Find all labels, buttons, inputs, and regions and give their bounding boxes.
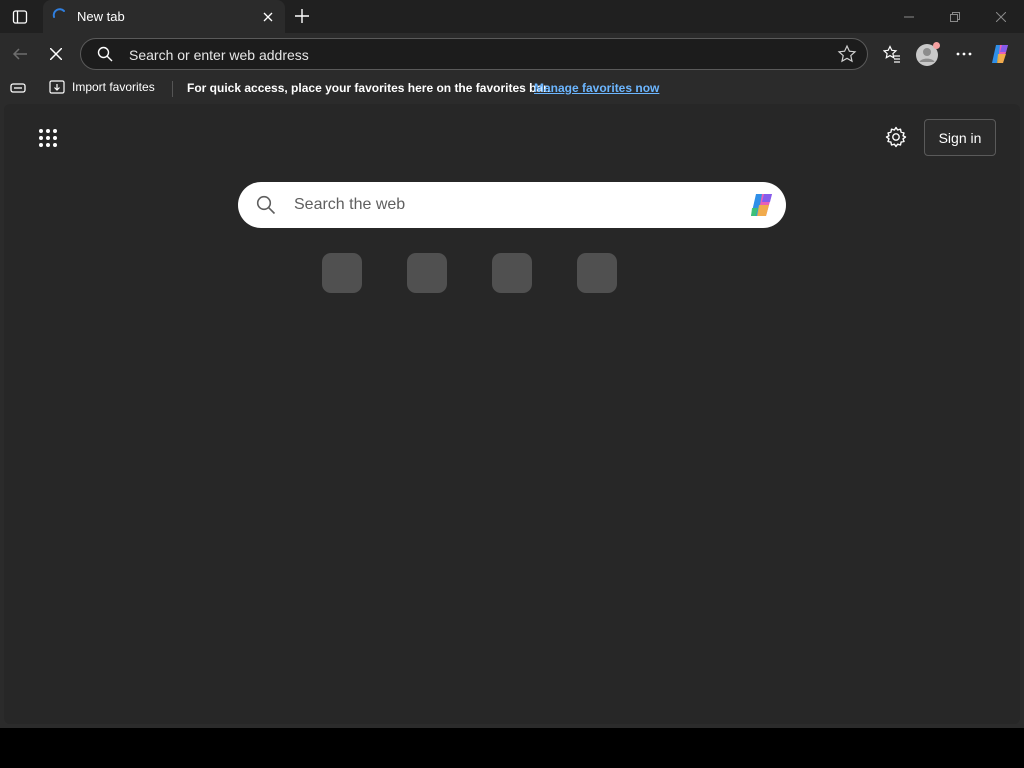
close-tab-button[interactable] bbox=[259, 8, 277, 26]
manage-favorites-link[interactable]: Manage favorites now bbox=[534, 81, 659, 95]
back-button[interactable] bbox=[5, 39, 35, 69]
close-icon bbox=[263, 12, 273, 22]
sign-in-button[interactable]: Sign in bbox=[924, 119, 996, 156]
search-icon bbox=[256, 195, 276, 215]
app-launcher-dot bbox=[53, 143, 57, 147]
restore-icon bbox=[950, 11, 960, 22]
gear-icon bbox=[885, 126, 907, 148]
app-launcher-dot bbox=[53, 129, 57, 133]
app-launcher-icon bbox=[39, 129, 43, 133]
app-launcher-dot bbox=[39, 143, 43, 147]
app-launcher-dot bbox=[39, 136, 43, 140]
web-search-input[interactable]: Search the web bbox=[294, 196, 405, 214]
copilot-icon bbox=[992, 45, 1008, 63]
quick-link-tile[interactable] bbox=[577, 253, 617, 293]
favorites-button[interactable] bbox=[877, 39, 907, 69]
plus-icon bbox=[295, 9, 309, 23]
quick-link-tile[interactable] bbox=[407, 253, 447, 293]
minimize-button[interactable] bbox=[886, 0, 932, 33]
import-favorites-button[interactable]: Import favorites bbox=[49, 79, 155, 95]
favorites-icon bbox=[883, 45, 900, 63]
restore-button[interactable] bbox=[932, 0, 978, 33]
profile-icon bbox=[916, 42, 940, 66]
address-bar-input[interactable]: Search or enter web address bbox=[129, 47, 309, 63]
quick-link-tile[interactable] bbox=[322, 253, 362, 293]
favorites-bar: Import favorites For quick access, place… bbox=[0, 75, 1024, 103]
favorites-bar-icon bbox=[10, 83, 26, 93]
copilot-icon bbox=[751, 194, 772, 216]
quick-link-tile[interactable] bbox=[492, 253, 532, 293]
page-settings-button[interactable] bbox=[882, 123, 910, 151]
app-launcher-button[interactable] bbox=[34, 124, 62, 152]
close-window-button[interactable] bbox=[978, 0, 1024, 33]
app-launcher-dot bbox=[53, 136, 57, 140]
search-icon bbox=[97, 46, 113, 62]
tab-actions-button[interactable] bbox=[6, 4, 34, 30]
copilot-button[interactable] bbox=[986, 39, 1016, 69]
new-tab-page: Sign in Search the web bbox=[4, 104, 1020, 724]
tab-strip: New tab bbox=[0, 0, 1024, 33]
star-icon bbox=[837, 44, 857, 63]
search-copilot-button[interactable] bbox=[748, 190, 778, 225]
browser-window: New tab Search or enter web address Impo… bbox=[0, 0, 1024, 728]
import-icon bbox=[49, 80, 65, 94]
stop-loading-icon bbox=[50, 48, 62, 60]
app-launcher-dot bbox=[46, 129, 50, 133]
back-arrow-icon bbox=[12, 48, 27, 60]
close-icon bbox=[996, 11, 1006, 22]
address-bar[interactable]: Search or enter web address bbox=[80, 38, 868, 70]
app-launcher-dot bbox=[46, 136, 50, 140]
favorites-bar-menu-button[interactable] bbox=[10, 81, 26, 95]
favorites-bar-message: For quick access, place your favorites h… bbox=[187, 81, 551, 95]
more-icon bbox=[956, 52, 972, 56]
edge-loading-icon bbox=[52, 8, 65, 18]
app-launcher-dot bbox=[46, 143, 50, 147]
tab-title: New tab bbox=[77, 9, 125, 24]
import-favorites-label: Import favorites bbox=[72, 80, 155, 94]
add-favorite-button[interactable] bbox=[837, 44, 857, 69]
tab-new-tab[interactable]: New tab bbox=[43, 0, 285, 33]
stop-loading-button[interactable] bbox=[41, 39, 71, 69]
minimize-icon bbox=[904, 16, 914, 17]
favorites-divider bbox=[172, 81, 173, 97]
tab-actions-icon bbox=[12, 10, 28, 24]
settings-and-more-button[interactable] bbox=[949, 39, 979, 69]
web-search-box[interactable]: Search the web bbox=[238, 182, 786, 228]
toolbar: Search or enter web address bbox=[0, 33, 1024, 75]
profile-button[interactable] bbox=[913, 39, 943, 69]
new-tab-button[interactable] bbox=[290, 4, 314, 28]
